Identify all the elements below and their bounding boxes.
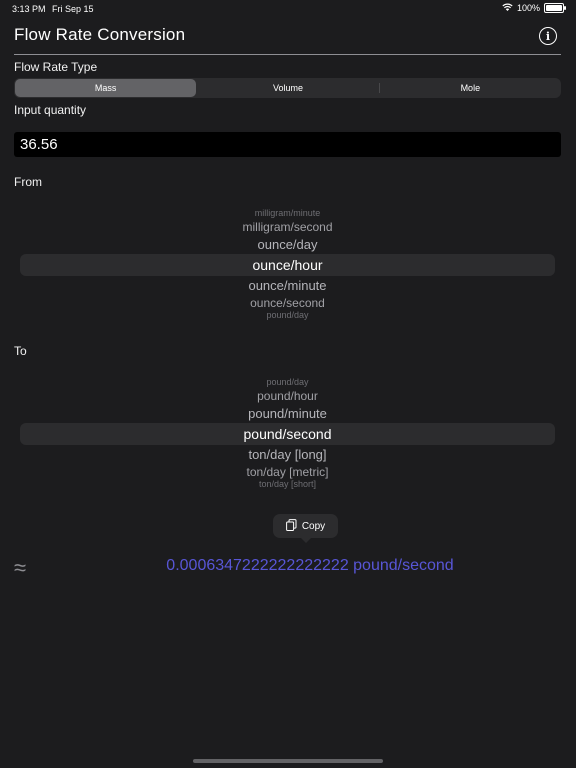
page-title: Flow Rate Conversion — [14, 25, 186, 44]
result-value[interactable]: 0.0006347222222222222 pound/second — [60, 557, 560, 575]
to-picker-item[interactable]: pound/minute — [20, 406, 555, 421]
from-picker-item[interactable]: ounce/minute — [20, 278, 555, 293]
battery-icon — [544, 3, 566, 13]
to-picker-item-selected[interactable]: pound/second — [20, 426, 555, 442]
header-divider — [14, 54, 561, 55]
segment-mass[interactable]: Mass — [15, 79, 197, 97]
from-picker-item[interactable]: milligram/second — [20, 220, 555, 234]
from-picker-item[interactable]: ounce/second — [20, 296, 555, 310]
copy-label: Copy — [301, 520, 326, 532]
to-picker-item[interactable]: pound/hour — [20, 389, 555, 403]
wifi-icon — [502, 3, 513, 13]
status-time: 3:13 PM — [12, 4, 46, 14]
input-quantity-label: Input quantity — [14, 103, 87, 117]
status-date: Fri Sep 15 — [52, 4, 94, 14]
home-indicator[interactable] — [193, 759, 383, 763]
to-picker-item[interactable]: ton/day [short] — [20, 479, 555, 489]
approx-icon: ≈ — [14, 555, 27, 580]
to-picker[interactable]: pound/day pound/hour pound/minute pound/… — [20, 374, 555, 494]
to-label: To — [14, 344, 27, 358]
segment-mole[interactable]: Mole — [380, 78, 561, 98]
flow-type-label: Flow Rate Type — [14, 60, 98, 74]
from-picker-item-selected[interactable]: ounce/hour — [20, 257, 555, 273]
copy-icon — [285, 518, 297, 534]
from-picker-item[interactable]: pound/day — [20, 310, 555, 320]
from-picker[interactable]: milligram/minute milligram/second ounce/… — [20, 205, 555, 325]
to-picker-item[interactable]: ton/day [long] — [20, 447, 555, 462]
from-picker-item[interactable]: ounce/day — [20, 237, 555, 252]
from-picker-item[interactable]: milligram/minute — [20, 208, 555, 218]
status-right: 100% — [502, 3, 566, 13]
segment-volume[interactable]: Volume — [197, 78, 378, 98]
flow-type-segmented-control[interactable]: Mass Volume Mole — [14, 78, 561, 98]
info-icon[interactable]: i — [539, 27, 557, 45]
copy-button[interactable]: Copy — [273, 514, 338, 543]
battery-percent: 100% — [516, 3, 540, 13]
to-picker-item[interactable]: ton/day [metric] — [20, 465, 555, 479]
input-quantity-field[interactable]: 36.56 — [14, 132, 561, 157]
from-label: From — [14, 175, 42, 189]
to-picker-item[interactable]: pound/day — [20, 377, 555, 387]
status-bar: 3:13 PM Fri Sep 15 100% — [0, 0, 576, 16]
